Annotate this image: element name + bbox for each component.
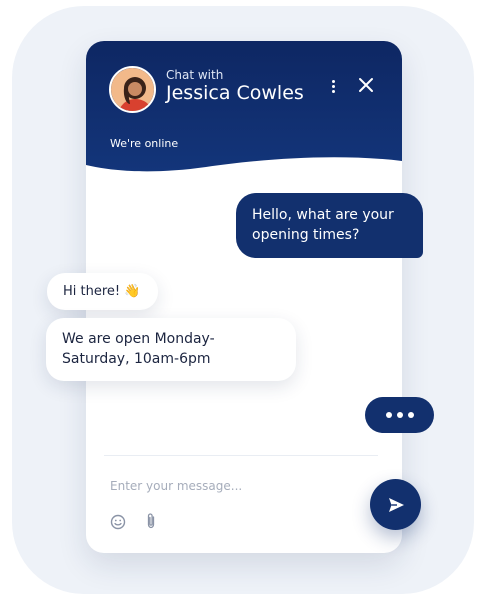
composer-divider bbox=[104, 455, 378, 456]
agent-avatar bbox=[109, 66, 156, 113]
vertical-dots-icon[interactable] bbox=[326, 77, 340, 95]
agent-message: Hi there! 👋 bbox=[47, 273, 158, 310]
online-status: We're online bbox=[110, 137, 179, 150]
send-button[interactable] bbox=[370, 479, 421, 530]
close-icon[interactable] bbox=[356, 75, 376, 95]
paperclip-icon[interactable] bbox=[143, 512, 159, 530]
typing-indicator-icon bbox=[365, 397, 434, 433]
send-icon bbox=[388, 497, 404, 512]
chat-with-label: Chat with bbox=[166, 68, 224, 82]
visitor-message: Hello, what are your opening times? bbox=[236, 193, 423, 258]
emoji-icon[interactable] bbox=[110, 514, 126, 530]
agent-message: We are open Monday-Saturday, 10am-6pm bbox=[46, 318, 296, 381]
chat-header: Chat with Jessica Cowles We're online bbox=[86, 41, 402, 211]
agent-name: Jessica Cowles bbox=[166, 82, 304, 104]
message-input[interactable] bbox=[104, 474, 356, 498]
